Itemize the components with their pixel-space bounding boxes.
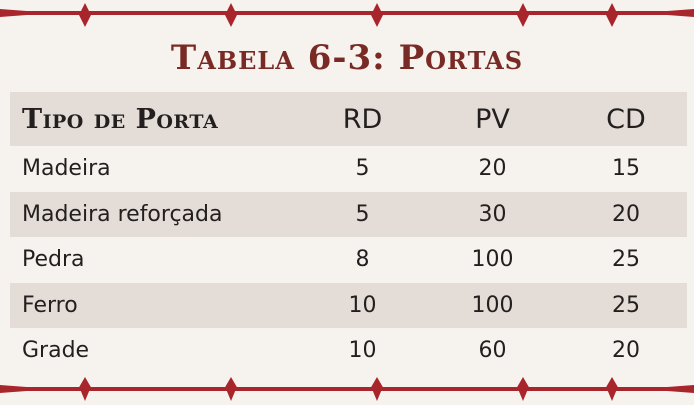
table-body: Madeira 5 20 15 Madeira reforçada 5 30 2… xyxy=(10,146,687,374)
cell-door-type: Grade xyxy=(22,338,90,364)
cell-rd: 5 xyxy=(355,156,370,182)
cell-rd: 10 xyxy=(348,292,377,318)
header-door-type: Tipo de Porta xyxy=(22,103,219,135)
cell-pv: 30 xyxy=(478,201,507,227)
cell-cd: 20 xyxy=(612,201,640,227)
table-row: Pedra 8 100 25 xyxy=(10,237,687,283)
cell-pv: 60 xyxy=(478,338,507,364)
header-pv: PV xyxy=(475,103,510,135)
header-rd: RD xyxy=(342,103,383,135)
cell-pv: 100 xyxy=(471,247,514,273)
cell-door-type: Madeira reforçada xyxy=(22,201,223,227)
table-row: Grade 10 60 20 xyxy=(10,328,687,374)
table-title: Tabela 6-3: Portas xyxy=(170,38,524,78)
cell-pv: 100 xyxy=(471,292,514,318)
top-decorative-border xyxy=(0,3,694,27)
cell-cd: 15 xyxy=(612,156,640,182)
cell-door-type: Ferro xyxy=(22,292,78,318)
cell-cd: 20 xyxy=(612,338,640,364)
cell-door-type: Pedra xyxy=(22,247,85,273)
cell-rd: 5 xyxy=(355,201,370,227)
table-row: Madeira reforçada 5 30 20 xyxy=(10,191,687,237)
doors-table: Tipo de Porta RD PV CD Madeira 5 20 15 M… xyxy=(10,92,687,374)
cell-door-type: Madeira xyxy=(22,156,111,182)
cell-cd: 25 xyxy=(612,247,640,273)
cell-cd: 25 xyxy=(612,292,640,318)
table-header-row: Tipo de Porta RD PV CD xyxy=(10,92,687,146)
table-row: Madeira 5 20 15 xyxy=(10,146,687,192)
cell-rd: 8 xyxy=(355,247,370,273)
header-cd: CD xyxy=(606,103,646,135)
cell-pv: 20 xyxy=(478,156,507,182)
cell-rd: 10 xyxy=(348,338,377,364)
bottom-decorative-border xyxy=(0,377,694,401)
table-row: Ferro 10 100 25 xyxy=(10,282,687,328)
